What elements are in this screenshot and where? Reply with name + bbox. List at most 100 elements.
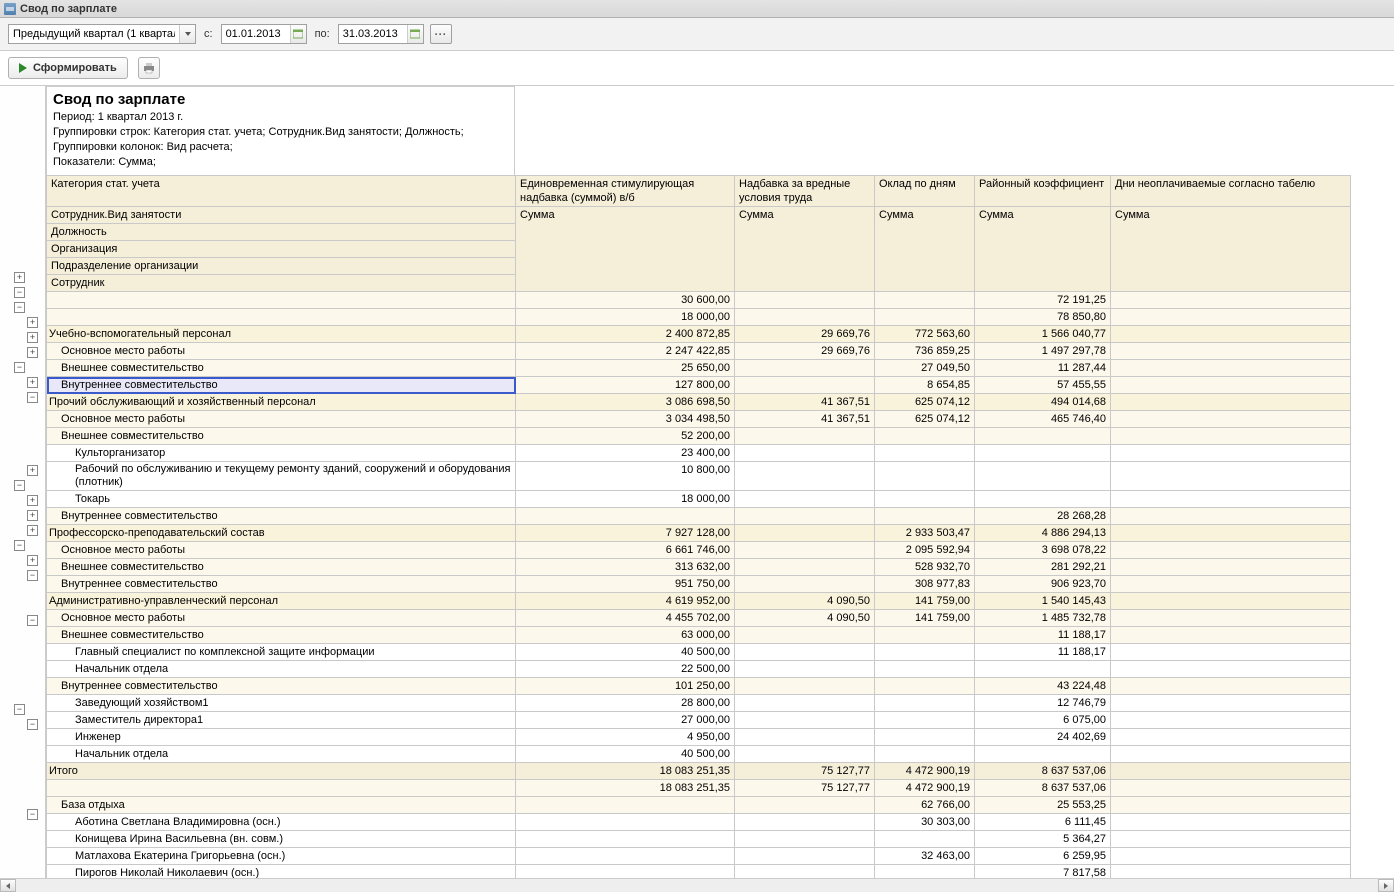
row-label: Основное место работы xyxy=(47,610,516,627)
table-row[interactable]: Инженер4 950,0024 402,69 xyxy=(47,729,1351,746)
cell-value xyxy=(975,491,1111,508)
period-combo-dropdown-icon[interactable] xyxy=(179,25,195,43)
table-row[interactable]: Внутреннее совместительство951 750,00308… xyxy=(47,576,1351,593)
cell-value xyxy=(875,627,975,644)
cell-value xyxy=(1111,848,1351,865)
row-label: Культорганизатор xyxy=(47,445,516,462)
date-to-input[interactable] xyxy=(339,26,407,42)
table-row[interactable]: 18 083 251,3575 127,774 472 900,198 637 … xyxy=(47,780,1351,797)
expand-icon[interactable]: + xyxy=(14,272,25,283)
cell-value: 1 497 297,78 xyxy=(975,343,1111,360)
table-row[interactable]: Внешнее совместительство52 200,00 xyxy=(47,428,1351,445)
table-row[interactable]: Прочий обслуживающий и хозяйственный пер… xyxy=(47,394,1351,411)
cell-value xyxy=(1111,292,1351,309)
report-grid[interactable]: Категория стат. учета Единовременная сти… xyxy=(46,175,1351,878)
cell-value: 62 766,00 xyxy=(875,797,975,814)
table-row[interactable]: Токарь18 000,00 xyxy=(47,491,1351,508)
cell-value: 625 074,12 xyxy=(875,411,975,428)
table-row[interactable]: Внутреннее совместительство28 268,28 xyxy=(47,508,1351,525)
collapse-icon[interactable]: − xyxy=(27,615,38,626)
cell-value xyxy=(1111,763,1351,780)
form-button[interactable]: Сформировать xyxy=(8,57,128,79)
expand-icon[interactable]: + xyxy=(27,555,38,566)
cell-value: 63 000,00 xyxy=(516,627,735,644)
table-row[interactable]: Заведующий хозяйством128 800,0012 746,79 xyxy=(47,695,1351,712)
table-row[interactable]: 18 000,0078 850,80 xyxy=(47,309,1351,326)
collapse-icon[interactable]: − xyxy=(14,480,25,491)
table-row[interactable]: Культорганизатор23 400,00 xyxy=(47,445,1351,462)
table-row[interactable]: База отдыха62 766,0025 553,25 xyxy=(47,797,1351,814)
table-row[interactable]: Основное место работы2 247 422,8529 669,… xyxy=(47,343,1351,360)
expand-icon[interactable]: + xyxy=(27,495,38,506)
expand-icon[interactable]: + xyxy=(27,525,38,536)
expand-icon[interactable]: + xyxy=(27,347,38,358)
report-area[interactable]: +−−+++−+−+−+++−+−−−−− Свод по зарплате П… xyxy=(0,86,1394,878)
window-titlebar: Свод по зарплате xyxy=(0,0,1394,18)
cell-value xyxy=(1111,610,1351,627)
collapse-icon[interactable]: − xyxy=(14,287,25,298)
table-row[interactable]: Внутреннее совместительство127 800,008 6… xyxy=(47,377,1351,394)
table-row[interactable]: Внешнее совместительство25 650,0027 049,… xyxy=(47,360,1351,377)
cell-value xyxy=(735,360,875,377)
table-row[interactable]: Основное место работы4 455 702,004 090,5… xyxy=(47,610,1351,627)
table-row[interactable]: Учебно-вспомогательный персонал2 400 872… xyxy=(47,326,1351,343)
table-row[interactable]: Основное место работы6 661 746,002 095 5… xyxy=(47,542,1351,559)
expand-icon[interactable]: + xyxy=(27,317,38,328)
table-row[interactable]: Начальник отдела22 500,00 xyxy=(47,661,1351,678)
print-button[interactable] xyxy=(138,57,160,79)
collapse-icon[interactable]: − xyxy=(27,392,38,403)
date-from-input[interactable] xyxy=(222,26,290,42)
table-row[interactable]: Административно-управленческий персонал4… xyxy=(47,593,1351,610)
cell-value: 27 049,50 xyxy=(875,360,975,377)
horizontal-scrollbar[interactable] xyxy=(0,878,1394,892)
expand-icon[interactable]: + xyxy=(27,465,38,476)
cell-value xyxy=(516,831,735,848)
collapse-icon[interactable]: − xyxy=(14,362,25,373)
table-row[interactable]: Итого18 083 251,3575 127,774 472 900,198… xyxy=(47,763,1351,780)
table-row[interactable]: Основное место работы3 034 498,5041 367,… xyxy=(47,411,1351,428)
table-row[interactable]: Конищева Ирина Васильевна (вн. совм.)5 3… xyxy=(47,831,1351,848)
table-row[interactable]: Рабочий по обслуживанию и текущему ремон… xyxy=(47,462,1351,491)
table-row[interactable]: 30 600,0072 191,25 xyxy=(47,292,1351,309)
table-row[interactable]: Внутреннее совместительство101 250,0043 … xyxy=(47,678,1351,695)
collapse-icon[interactable]: − xyxy=(27,570,38,581)
table-row[interactable]: Внешнее совместительство63 000,0011 188,… xyxy=(47,627,1351,644)
cell-value: 101 250,00 xyxy=(516,678,735,695)
scroll-right-button[interactable] xyxy=(1378,879,1394,892)
row-label xyxy=(47,292,516,309)
scroll-left-button[interactable] xyxy=(0,879,16,892)
expand-icon[interactable]: + xyxy=(27,332,38,343)
collapse-icon[interactable]: − xyxy=(14,540,25,551)
cell-value: 4 472 900,19 xyxy=(875,780,975,797)
cell-value xyxy=(735,292,875,309)
row-label: Внутреннее совместительство xyxy=(47,576,516,593)
table-row[interactable]: Аботина Светлана Владимировна (осн.)30 3… xyxy=(47,814,1351,831)
collapse-icon[interactable]: − xyxy=(27,809,38,820)
cell-value: 24 402,69 xyxy=(975,729,1111,746)
collapse-icon[interactable]: − xyxy=(14,302,25,313)
date-from-field[interactable] xyxy=(221,24,307,44)
collapse-icon[interactable]: − xyxy=(14,704,25,715)
more-options-button[interactable]: ... xyxy=(430,24,452,44)
collapse-icon[interactable]: − xyxy=(27,719,38,730)
table-row[interactable]: Внешнее совместительство313 632,00528 93… xyxy=(47,559,1351,576)
cell-value xyxy=(1111,525,1351,542)
date-to-field[interactable] xyxy=(338,24,424,44)
expand-icon[interactable]: + xyxy=(27,377,38,388)
cell-value: 11 188,17 xyxy=(975,627,1111,644)
table-row[interactable]: Заместитель директора127 000,006 075,00 xyxy=(47,712,1351,729)
table-row[interactable]: Главный специалист по комплексной защите… xyxy=(47,644,1351,661)
table-row[interactable]: Профессорско-преподавательский состав7 9… xyxy=(47,525,1351,542)
cell-value: 141 759,00 xyxy=(875,610,975,627)
calendar-icon[interactable] xyxy=(290,25,306,43)
table-row[interactable]: Матлахова Екатерина Григорьевна (осн.)32… xyxy=(47,848,1351,865)
cell-value xyxy=(735,627,875,644)
period-combo-input[interactable] xyxy=(9,26,179,42)
cell-value: 7 817,58 xyxy=(975,865,1111,878)
expand-icon[interactable]: + xyxy=(27,510,38,521)
cell-value: 6 075,00 xyxy=(975,712,1111,729)
calendar-icon[interactable] xyxy=(407,25,423,43)
table-row[interactable]: Начальник отдела40 500,00 xyxy=(47,746,1351,763)
table-row[interactable]: Пирогов Николай Николаевич (осн.)7 817,5… xyxy=(47,865,1351,878)
period-combo[interactable] xyxy=(8,24,196,44)
